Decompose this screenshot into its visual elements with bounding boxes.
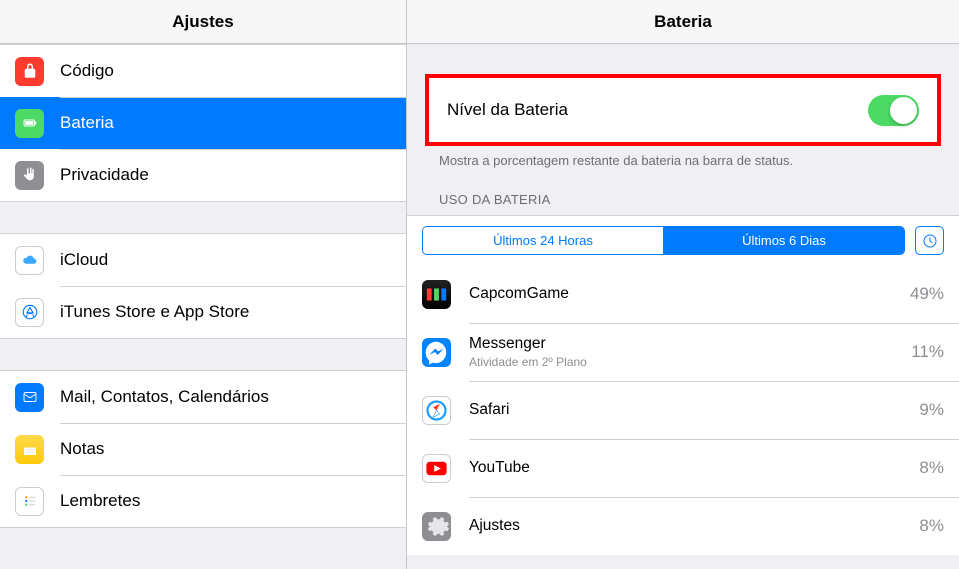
battery-level-label: Nível da Bateria [447, 100, 868, 120]
lock-icon [15, 57, 44, 86]
app-pct: 49% [910, 284, 944, 304]
segment-24h[interactable]: Últimos 24 Horas [423, 227, 663, 254]
sidebar-item-label: Lembretes [60, 491, 140, 511]
sidebar-group: Código Bateria Privacidade [0, 44, 406, 202]
reminders-icon [15, 487, 44, 516]
segment-6d[interactable]: Últimos 6 Dias [663, 227, 904, 254]
content-title: Bateria [407, 0, 959, 44]
app-pct: 11% [911, 342, 944, 362]
sidebar-item-privacy[interactable]: Privacidade [0, 149, 406, 201]
time-range-segment: Últimos 24 Horas Últimos 6 Dias [422, 226, 905, 255]
app-pct: 8% [919, 516, 944, 536]
app-name: Messenger [469, 335, 911, 353]
list-item[interactable]: CapcomGame 49% [407, 265, 959, 323]
list-item[interactable]: Safari 9% [407, 381, 959, 439]
sidebar-item-battery[interactable]: Bateria [0, 97, 406, 149]
content-pane: Bateria Nível da Bateria Mostra a porcen… [407, 0, 959, 569]
app-pct: 9% [919, 400, 944, 420]
sidebar-item-reminders[interactable]: Lembretes [0, 475, 406, 527]
cloud-icon [15, 246, 44, 275]
app-icon [422, 338, 451, 367]
sidebar-group: iCloud iTunes Store e App Store [0, 233, 406, 339]
usage-heading: USO DA BATERIA [407, 168, 959, 215]
sidebar-item-label: Bateria [60, 113, 114, 133]
sidebar-group: Mail, Contatos, Calendários Notas Lembre… [0, 370, 406, 528]
appstore-icon [15, 298, 44, 327]
app-name: YouTube [469, 459, 919, 477]
sidebar-item-mail[interactable]: Mail, Contatos, Calendários [0, 371, 406, 423]
sidebar-item-notes[interactable]: Notas [0, 423, 406, 475]
list-item[interactable]: YouTube 8% [407, 439, 959, 497]
list-item[interactable]: Messenger Atividade em 2º Plano 11% [407, 323, 959, 381]
usage-app-list: CapcomGame 49% Messenger Atividade em 2º … [407, 265, 959, 555]
hand-icon [15, 161, 44, 190]
app-name: Ajustes [469, 517, 919, 535]
clock-button[interactable] [915, 226, 944, 255]
app-icon [422, 396, 451, 425]
sidebar-item-appstore[interactable]: iTunes Store e App Store [0, 286, 406, 338]
app-icon [422, 454, 451, 483]
settings-sidebar: Ajustes Código Bateria Privacidade iClou… [0, 0, 407, 569]
app-sub: Atividade em 2º Plano [469, 355, 911, 369]
notes-icon [15, 435, 44, 464]
segment-container: Últimos 24 Horas Últimos 6 Dias [407, 215, 959, 265]
list-item[interactable]: Ajustes 8% [407, 497, 959, 555]
app-name: Safari [469, 401, 919, 419]
battery-level-desc: Mostra a porcentagem restante da bateria… [407, 146, 959, 168]
highlight-annotation: Nível da Bateria [425, 74, 941, 146]
sidebar-item-label: Notas [60, 439, 104, 459]
battery-level-row[interactable]: Nível da Bateria [429, 78, 937, 142]
app-name: CapcomGame [469, 285, 910, 303]
clock-icon [922, 233, 938, 249]
sidebar-item-icloud[interactable]: iCloud [0, 234, 406, 286]
battery-level-toggle[interactable] [868, 95, 919, 126]
sidebar-title: Ajustes [0, 0, 406, 44]
sidebar-item-label: Código [60, 61, 114, 81]
battery-icon [15, 109, 44, 138]
sidebar-item-label: iTunes Store e App Store [60, 302, 249, 322]
app-icon [422, 512, 451, 541]
sidebar-item-label: Privacidade [60, 165, 149, 185]
app-icon [422, 280, 451, 309]
sidebar-item-passcode[interactable]: Código [0, 45, 406, 97]
sidebar-item-label: iCloud [60, 250, 108, 270]
mail-icon [15, 383, 44, 412]
sidebar-item-label: Mail, Contatos, Calendários [60, 387, 269, 407]
app-pct: 8% [919, 458, 944, 478]
